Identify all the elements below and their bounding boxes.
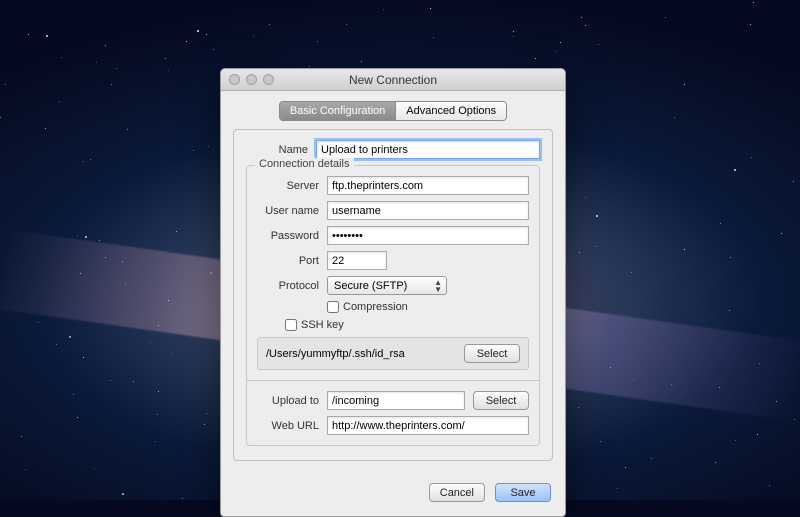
name-input[interactable] [316,140,540,159]
protocol-select[interactable]: Secure (SFTP) ▲▼ [327,276,447,295]
group-legend: Connection details [255,158,354,170]
close-icon[interactable] [229,74,240,85]
sshkey-path: /Users/yummyftp/.ssh/id_rsa [266,348,405,360]
port-input[interactable] [327,251,387,270]
sshkey-path-box: /Users/yummyftp/.ssh/id_rsa Select [257,337,529,370]
server-label: Server [257,180,319,192]
sshkey-checkbox-input[interactable] [285,319,297,331]
compression-checkbox[interactable]: Compression [327,301,408,313]
new-connection-window: New Connection Basic Configuration Advan… [220,68,566,517]
name-label: Name [246,144,308,156]
form-panel: Name Connection details Server User name… [233,129,553,461]
upload-to-input[interactable] [327,391,465,410]
weburl-input[interactable] [327,416,529,435]
sshkey-checkbox[interactable]: SSH key [285,319,344,331]
tab-bar: Basic Configuration Advanced Options [233,101,553,121]
weburl-label: Web URL [257,420,319,432]
port-label: Port [257,255,319,267]
connection-details-group: Connection details Server User name Pass… [246,165,540,446]
minimize-icon[interactable] [246,74,257,85]
upload-select-button[interactable]: Select [473,391,529,410]
compression-label: Compression [343,301,408,313]
password-label: Password [257,230,319,242]
chevron-updown-icon: ▲▼ [434,279,442,293]
protocol-value: Secure (SFTP) [334,280,407,292]
sshkey-label: SSH key [301,319,344,331]
tab-basic-configuration[interactable]: Basic Configuration [280,102,395,120]
window-controls [229,74,274,85]
dialog-footer: Cancel Save [221,473,565,516]
protocol-label: Protocol [257,280,319,292]
tab-advanced-options[interactable]: Advanced Options [395,102,506,120]
sshkey-select-button[interactable]: Select [464,344,520,363]
server-input[interactable] [327,176,529,195]
save-button[interactable]: Save [495,483,551,502]
divider [247,380,539,381]
cancel-button[interactable]: Cancel [429,483,485,502]
zoom-icon[interactable] [263,74,274,85]
username-input[interactable] [327,201,529,220]
window-titlebar[interactable]: New Connection [221,69,565,91]
upload-label: Upload to [257,395,319,407]
compression-checkbox-input[interactable] [327,301,339,313]
username-label: User name [257,205,319,217]
password-input[interactable] [327,226,529,245]
